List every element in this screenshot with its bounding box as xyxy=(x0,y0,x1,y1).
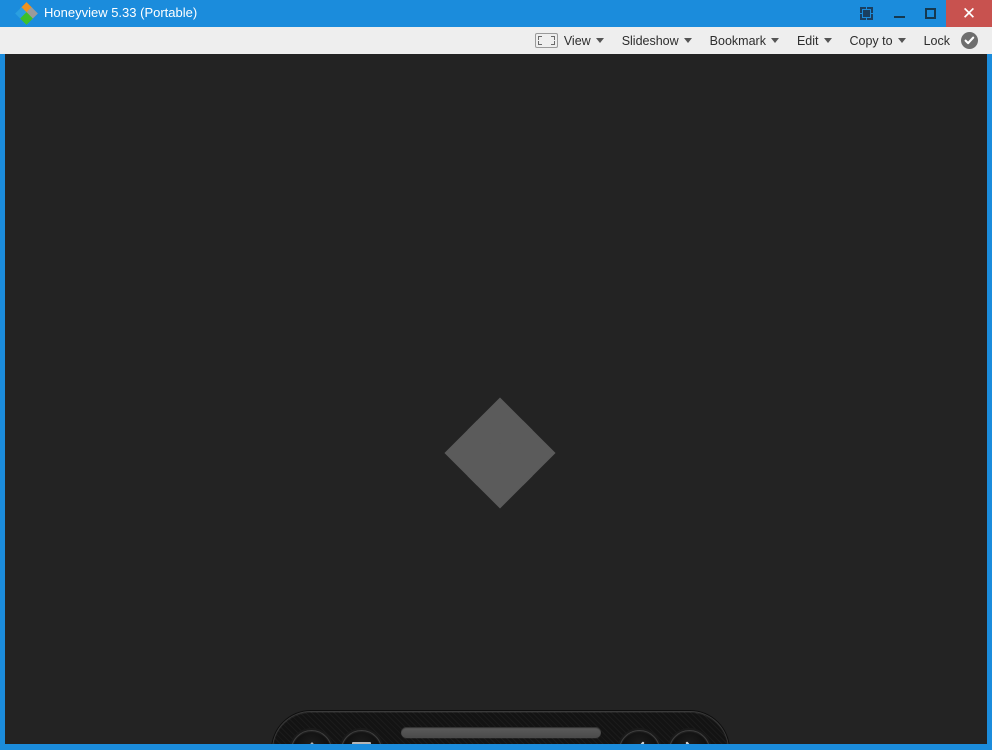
eject-icon xyxy=(303,742,321,744)
chevron-down-icon xyxy=(770,38,779,43)
menu-item-slideshow[interactable]: Slideshow xyxy=(613,27,701,54)
floating-control-bar: + − | Lock xyxy=(272,711,729,744)
maximize-button[interactable] xyxy=(914,0,946,27)
menu-label-copy-to: Copy to xyxy=(849,33,893,48)
honeyview-diamond-icon xyxy=(15,2,38,25)
fit-to-window-icon xyxy=(534,33,558,48)
menu-item-edit[interactable]: Edit xyxy=(788,27,841,54)
menu-toolbar: View Slideshow Bookmark Edit Copy to Loc… xyxy=(0,27,992,54)
fullscreen-button[interactable] xyxy=(848,0,884,27)
maximize-icon xyxy=(924,8,936,19)
chevron-down-icon xyxy=(595,38,604,43)
image-position-slider[interactable] xyxy=(401,727,601,738)
hamburger-icon xyxy=(352,739,371,744)
minimize-button[interactable] xyxy=(884,0,914,27)
check-circle-icon xyxy=(961,32,978,49)
fullscreen-icon xyxy=(859,7,873,20)
honeyview-diamond-watermark xyxy=(444,397,556,509)
menu-label-slideshow: Slideshow xyxy=(621,33,679,48)
menu-item-lock[interactable]: Lock xyxy=(915,27,987,54)
image-canvas[interactable]: + − | Lock xyxy=(5,54,987,744)
close-icon: ✕ xyxy=(961,4,977,23)
chevron-down-icon xyxy=(823,38,832,43)
window-title: Honeyview 5.33 (Portable) xyxy=(44,5,198,20)
menu-item-bookmark[interactable]: Bookmark xyxy=(701,27,788,54)
previous-image-button[interactable] xyxy=(619,730,660,744)
chevron-right-icon xyxy=(685,741,690,744)
menu-label-bookmark: Bookmark xyxy=(709,33,766,48)
close-button[interactable]: ✕ xyxy=(946,0,992,27)
open-file-button[interactable] xyxy=(291,730,332,744)
main-menu-button[interactable] xyxy=(341,730,382,744)
menu-label-edit: Edit xyxy=(796,33,819,48)
chevron-left-icon xyxy=(639,741,644,744)
chevron-down-icon xyxy=(897,38,906,43)
window-controls: ✕ xyxy=(848,0,992,27)
menu-item-view[interactable]: View xyxy=(526,27,613,54)
minimize-icon xyxy=(893,16,905,18)
menu-label-lock: Lock xyxy=(923,33,950,48)
next-image-button[interactable] xyxy=(669,730,710,744)
application-window: Honeyview 5.33 (Portable) ✕ View Slidesh… xyxy=(0,0,992,750)
menu-label-view: View xyxy=(563,33,591,48)
menu-item-copy-to[interactable]: Copy to xyxy=(841,27,915,54)
chevron-down-icon xyxy=(683,38,692,43)
title-bar[interactable]: Honeyview 5.33 (Portable) ✕ xyxy=(0,0,992,27)
